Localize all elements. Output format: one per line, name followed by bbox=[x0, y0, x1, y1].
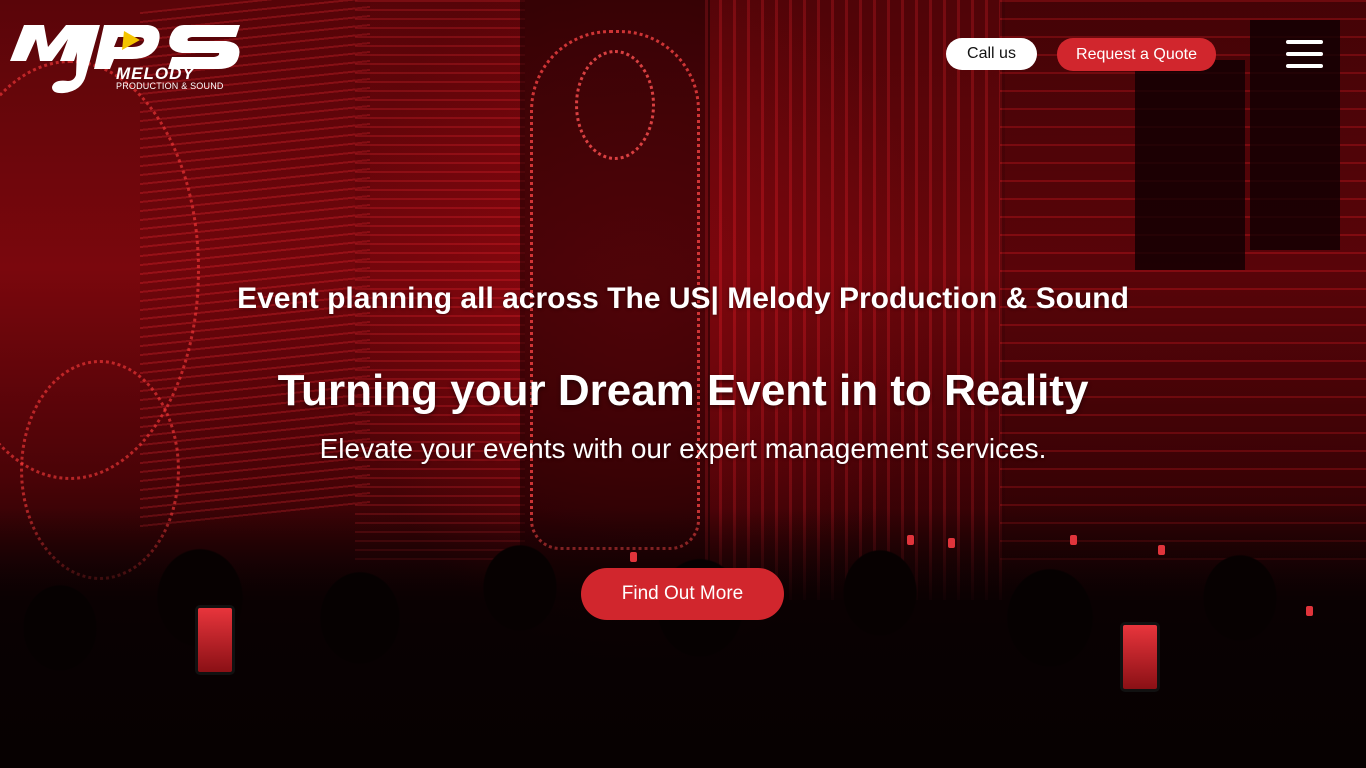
company-logo[interactable]: MELODY PRODUCTION & SOUND bbox=[8, 17, 244, 101]
building-window bbox=[1135, 60, 1245, 270]
call-us-button[interactable]: Call us bbox=[946, 38, 1037, 70]
request-quote-button[interactable]: Request a Quote bbox=[1057, 38, 1216, 71]
phone-screen bbox=[1120, 622, 1160, 692]
hero-subtitle: Event planning all across The US| Melody… bbox=[237, 282, 1129, 315]
phone-light bbox=[1158, 545, 1165, 555]
menu-bar bbox=[1286, 52, 1323, 56]
led-wall-panel bbox=[355, 0, 525, 560]
phone-light bbox=[1306, 606, 1313, 616]
phone-light bbox=[630, 552, 637, 562]
find-out-more-button[interactable]: Find Out More bbox=[581, 568, 784, 620]
hero-title: Turning your Dream Event in to Reality bbox=[277, 366, 1089, 415]
menu-bar bbox=[1286, 64, 1323, 68]
phone-light bbox=[1070, 535, 1077, 545]
hamburger-menu-icon[interactable] bbox=[1284, 38, 1326, 72]
logo-wordmark: MELODY bbox=[116, 64, 195, 83]
phone-light bbox=[907, 535, 914, 545]
led-figure-head bbox=[575, 50, 655, 160]
menu-bar bbox=[1286, 40, 1323, 44]
phone-screen bbox=[195, 605, 235, 675]
logo-subline: PRODUCTION & SOUND bbox=[116, 81, 224, 91]
phone-light bbox=[948, 538, 955, 548]
hero-tagline: Elevate your events with our expert mana… bbox=[319, 433, 1047, 464]
